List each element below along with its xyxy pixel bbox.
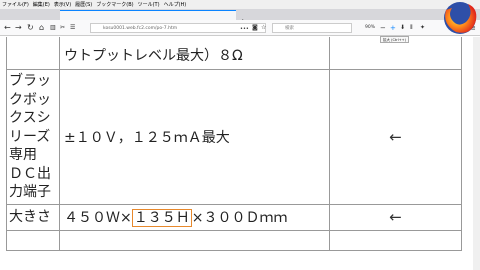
active-tab[interactable] [60,10,236,20]
nav-bar: ← → ↻ ⌂ ▥ ✂ ☰ kosu0001.web.fc2.com/po-7.… [0,20,480,36]
row-note: ← [329,69,462,205]
download-icon[interactable]: ⬇ [400,23,405,33]
menu-bookmarks[interactable]: ブックマーク(B) [96,1,133,8]
row-value: ４５０Ｗ× １３５Ｈ ×３００Ｄｍｍ [59,203,330,231]
label-line: 力端子 [9,184,51,200]
scrollbar[interactable] [473,37,480,270]
reload-icon[interactable]: ↻ [27,23,34,33]
row-note: ← [329,203,462,231]
menu-history[interactable]: 履歴(S) [75,1,92,8]
row-note [329,229,462,251]
value-prefix: ４５０Ｗ× [64,210,132,226]
table-row [6,229,462,251]
zoom-out-icon[interactable]: − [380,23,386,33]
spec-table: ウトプットレベル最大）８Ω ブラッ クボッ クスシ リーズ 専用 ＤＣ出 力端子… [6,37,462,251]
forward-icon[interactable]: → [15,23,22,33]
bookmark-star-icon[interactable]: ☆ [261,23,266,33]
highlighted-value: １３５Ｈ [131,209,192,227]
row-note [329,37,462,70]
table-row: ブラッ クボッ クスシ リーズ 専用 ＤＣ出 力端子 ±１０Ｖ，１２５ｍＡ最大 … [6,69,462,205]
row-label: 大きさ [6,203,60,231]
row-label [6,37,60,70]
reader-icon[interactable]: ☰ [70,23,75,33]
menu-view[interactable]: 表示(V) [54,1,71,8]
label-line: 専用 [9,147,37,163]
firefox-logo [444,2,477,34]
table-row: ウトプットレベル最大）８Ω [6,37,462,70]
page-actions-icon[interactable]: ••• [240,24,249,34]
row-value: ±１０Ｖ，１２５ｍＡ最大 [59,69,330,205]
row-value: ウトプットレベル最大）８Ω [59,37,330,70]
menu-tools[interactable]: ツール(T) [138,1,160,8]
table-row: 大きさ ４５０Ｗ× １３５Ｈ ×３００Ｄｍｍ ← [6,203,462,231]
label-line: ブラッ [9,73,51,89]
menu-help[interactable]: ヘルプ(H) [164,1,187,8]
menu-edit[interactable]: 編集(E) [33,1,50,8]
row-value [59,229,330,251]
pocket-icon[interactable]: ◙ [252,23,258,33]
search-input[interactable]: 検索 [272,23,352,33]
home-icon[interactable]: ⌂ [39,23,44,33]
label-line: ＤＣ出 [9,165,51,182]
menu-bar: ファイル(F) 編集(E) 表示(V) 履歴(S) ブックマーク(B) ツール(… [0,0,480,9]
page-content: ウトプットレベル最大）８Ω ブラッ クボッ クスシ リーズ 専用 ＤＣ出 力端子… [0,37,480,270]
label-line: クボッ [9,91,51,108]
back-icon[interactable]: ← [4,23,11,33]
row-label [6,229,60,251]
label-line: クスシ [9,110,51,126]
menu-file[interactable]: ファイル(F) [2,1,29,8]
tab-strip: + [0,9,480,28]
sidebar-icon[interactable]: ▥ [50,23,56,33]
value-suffix: ×３００Ｄｍｍ [191,210,288,226]
search-placeholder: 検索 [285,26,294,31]
url-text: kosu0001.web.fc2.com/po-7.htm [103,26,178,31]
zoom-level[interactable]: 90% [365,25,375,30]
library-icon[interactable]: ⫴ [410,23,413,33]
zoom-in-icon[interactable]: + [390,23,396,33]
label-line: リーズ [9,128,51,145]
row-label: ブラッ クボッ クスシ リーズ 専用 ＤＣ出 力端子 [6,69,60,205]
screenshot-icon[interactable]: ✂ [60,23,65,33]
addon-icon[interactable]: ✦ [420,23,425,33]
